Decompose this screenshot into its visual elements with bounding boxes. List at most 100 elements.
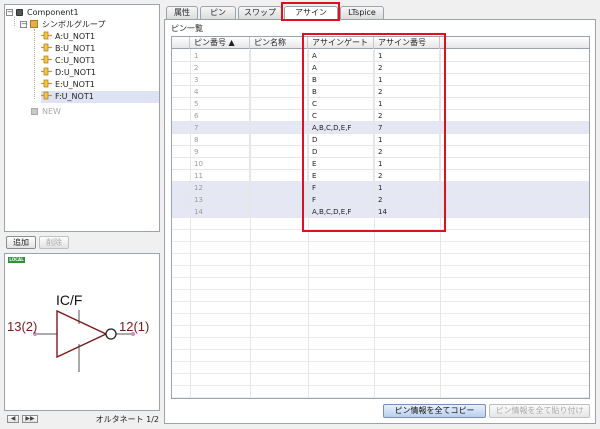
pin-name-cell[interactable] — [250, 194, 308, 206]
pin-name-cell[interactable] — [250, 206, 308, 218]
assign-number-cell[interactable]: 1 — [374, 50, 440, 62]
pin-number-cell[interactable]: 11 — [190, 170, 250, 182]
assign-gate-cell[interactable]: E — [308, 158, 374, 170]
symbol-tree[interactable]: − Component1 − シンボルグループ A:U_NOT1 B:U_NOT1 … — [4, 4, 160, 232]
pin-number-cell[interactable]: 5 — [190, 98, 250, 110]
tree-item-component[interactable]: − Component1 — [6, 7, 79, 19]
assign-gate-cell[interactable]: A — [308, 50, 374, 62]
table-row[interactable]: 3 B1 — [172, 74, 589, 86]
pin-name-cell[interactable] — [250, 158, 308, 170]
previous-alternate-button[interactable]: ◀ — [7, 415, 19, 423]
tree-item-gate-e[interactable]: E:U_NOT1 — [41, 79, 151, 91]
assign-number-cell[interactable]: 1 — [374, 182, 440, 194]
assign-number-cell[interactable]: 1 — [374, 134, 440, 146]
column-header-pin-number[interactable]: ピン番号 ▲ — [190, 37, 250, 49]
collapse-icon[interactable]: − — [6, 9, 13, 16]
pin-number-cell[interactable]: 8 — [190, 134, 250, 146]
pin-number-cell[interactable]: 13 — [190, 194, 250, 206]
pin-number-cell[interactable]: 4 — [190, 86, 250, 98]
tab-swap[interactable]: スワップ — [238, 6, 282, 19]
assign-gate-cell[interactable]: C — [308, 98, 374, 110]
pin-name-cell[interactable] — [250, 110, 308, 122]
assign-number-cell[interactable]: 1 — [374, 74, 440, 86]
table-row[interactable]: 1A1 — [172, 50, 589, 62]
assign-number-cell[interactable]: 1 — [374, 98, 440, 110]
tree-item-symbol-group[interactable]: − シンボルグループ — [20, 19, 106, 31]
tree-item-gate-a[interactable]: A:U_NOT1 — [41, 31, 151, 43]
add-button[interactable]: 追加 — [6, 236, 36, 249]
table-row[interactable]: 6 C2 — [172, 110, 589, 122]
pin-name-cell[interactable] — [250, 170, 308, 182]
tree-item-gate-c[interactable]: C:U_NOT1 — [41, 55, 151, 67]
pin-table[interactable]: ピン番号 ▲ ピン名称 アサインゲート アサイン番号 1A12A23B14B25… — [171, 36, 590, 399]
table-row[interactable]: 5 C1 — [172, 98, 589, 110]
pin-number-cell[interactable]: 6 — [190, 110, 250, 122]
assign-gate-cell[interactable]: A — [308, 62, 374, 74]
assign-number-cell[interactable]: 2 — [374, 194, 440, 206]
assign-gate-cell[interactable]: C — [308, 110, 374, 122]
assign-number-cell[interactable]: 2 — [374, 110, 440, 122]
assign-gate-cell[interactable]: E — [308, 170, 374, 182]
pin-name-cell[interactable] — [250, 74, 308, 86]
pin-name-cell[interactable] — [250, 146, 308, 158]
pin-name-cell[interactable] — [250, 98, 308, 110]
pin-name-cell[interactable] — [250, 182, 308, 194]
table-row[interactable]: 2A2 — [172, 62, 589, 74]
assign-number-cell[interactable]: 2 — [374, 62, 440, 74]
assign-number-cell[interactable]: 2 — [374, 170, 440, 182]
pin-name-cell[interactable] — [250, 134, 308, 146]
pin-name-cell[interactable] — [250, 86, 308, 98]
assign-gate-cell[interactable]: D — [308, 134, 374, 146]
pin-number-cell[interactable]: 14 — [190, 206, 250, 218]
next-alternate-button[interactable]: ▶▶ — [22, 415, 38, 423]
collapse-icon[interactable]: − — [20, 21, 27, 28]
table-row[interactable]: 13 F 2 — [172, 194, 589, 206]
table-row[interactable]: 4 B2 — [172, 86, 589, 98]
pin-name-cell[interactable] — [250, 62, 308, 74]
pin-number-cell[interactable]: 12 — [190, 182, 250, 194]
column-header-assign-number[interactable]: アサイン番号 — [374, 37, 440, 49]
assign-number-cell[interactable]: 1 — [374, 158, 440, 170]
pin-name-cell[interactable] — [250, 50, 308, 62]
tree-item-gate-d[interactable]: D:U_NOT1 — [41, 67, 151, 79]
table-row[interactable]: 14 A,B,C,D,E,F 14 — [172, 206, 589, 218]
assign-gate-cell[interactable]: B — [308, 86, 374, 98]
table-row[interactable]: 10 E 1 — [172, 158, 589, 170]
table-row[interactable]: 11 E 2 — [172, 170, 589, 182]
assign-gate-cell[interactable]: A,B,C,D,E,F — [308, 206, 374, 218]
tab-assign[interactable]: アサイン — [284, 6, 338, 20]
column-divider — [308, 49, 309, 398]
column-header-assign-gate[interactable]: アサインゲート — [308, 37, 374, 49]
tab-pins[interactable]: ピン — [200, 6, 236, 19]
delete-button[interactable]: 削除 — [39, 236, 69, 249]
tree-item-new[interactable]: NEW — [31, 106, 61, 118]
assign-gate-cell[interactable]: F — [308, 194, 374, 206]
table-row[interactable]: 12 F 1 — [172, 182, 589, 194]
tab-ltspice[interactable]: LTspice — [340, 6, 384, 19]
table-row[interactable]: 7 A,B,C,D,E,F 7 — [172, 122, 589, 134]
pin-name-cell[interactable] — [250, 122, 308, 134]
column-header-pin-name[interactable]: ピン名称 — [250, 37, 308, 49]
tree-item-gate-f[interactable]: F:U_NOT1 — [41, 91, 159, 103]
table-row[interactable]: 9 D2 — [172, 146, 589, 158]
assign-number-cell[interactable]: 2 — [374, 146, 440, 158]
assign-number-cell[interactable]: 7 — [374, 122, 440, 134]
tab-attributes[interactable]: 属性 — [166, 6, 198, 19]
pin-number-cell[interactable]: 10 — [190, 158, 250, 170]
copy-all-pins-button[interactable]: ピン情報を全てコピー — [383, 404, 486, 418]
table-row[interactable]: 8 D1 — [172, 134, 589, 146]
assign-number-cell[interactable]: 2 — [374, 86, 440, 98]
component-icon — [16, 9, 23, 16]
pin-number-cell[interactable]: 1 — [190, 50, 250, 62]
tree-item-gate-b[interactable]: B:U_NOT1 — [41, 43, 151, 55]
assign-gate-cell[interactable]: B — [308, 74, 374, 86]
assign-number-cell[interactable]: 14 — [374, 206, 440, 218]
pin-number-cell[interactable]: 2 — [190, 62, 250, 74]
pin-number-cell[interactable]: 3 — [190, 74, 250, 86]
pin-number-cell[interactable]: 9 — [190, 146, 250, 158]
assign-gate-cell[interactable]: A,B,C,D,E,F — [308, 122, 374, 134]
paste-all-pins-button[interactable]: ピン情報を全て貼り付け — [489, 404, 590, 418]
assign-gate-cell[interactable]: D — [308, 146, 374, 158]
pin-number-cell[interactable]: 7 — [190, 122, 250, 134]
assign-gate-cell[interactable]: F — [308, 182, 374, 194]
